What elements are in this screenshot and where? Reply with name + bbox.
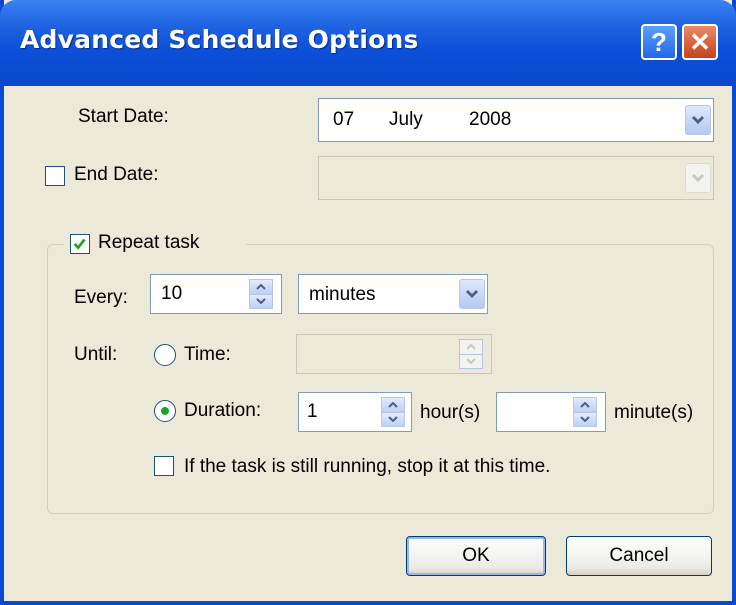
start-date-dropdown-button[interactable] — [685, 105, 711, 135]
time-spinner — [459, 339, 483, 369]
spin-down-button[interactable] — [250, 294, 272, 308]
stop-task-label: If the task is still running, stop it at… — [184, 456, 551, 477]
duration-minutes-spinner[interactable] — [573, 397, 597, 427]
cancel-button[interactable]: Cancel — [566, 536, 712, 576]
duration-hours-value: 1 — [307, 401, 318, 422]
chevron-down-icon — [465, 289, 479, 299]
end-date-dropdown-button — [685, 163, 711, 193]
dialog-title: Advanced Schedule Options — [20, 25, 419, 54]
end-date-picker — [318, 156, 714, 200]
every-label: Every: — [74, 287, 128, 308]
spin-up-button — [460, 340, 482, 355]
chevron-down-icon — [691, 115, 705, 125]
spin-up-button[interactable] — [250, 280, 272, 295]
time-label: Time: — [184, 344, 231, 365]
spin-up-button[interactable] — [574, 398, 596, 413]
interval-unit-dropdown-button[interactable] — [459, 279, 485, 309]
start-date-month[interactable]: July — [389, 109, 423, 131]
end-date-checkbox[interactable] — [45, 166, 65, 186]
end-date-label: End Date: — [74, 164, 159, 185]
every-spinner[interactable] — [249, 279, 273, 309]
chevron-down-icon — [466, 358, 476, 365]
ok-button[interactable]: OK — [406, 536, 546, 576]
every-input[interactable]: 10 — [150, 274, 282, 314]
checkmark-icon — [73, 238, 86, 250]
spin-down-button[interactable] — [382, 412, 404, 426]
chevron-down-icon — [580, 416, 590, 423]
repeat-task-checkbox[interactable] — [70, 234, 90, 254]
repeat-task-label: Repeat task — [98, 232, 200, 253]
help-icon: ? — [651, 26, 667, 57]
duration-label: Duration: — [184, 400, 262, 421]
chevron-up-icon — [256, 283, 266, 290]
duration-hours-input[interactable]: 1 — [298, 392, 412, 432]
time-radio[interactable] — [154, 344, 176, 366]
stop-task-checkbox[interactable] — [154, 456, 174, 476]
spin-down-button — [460, 354, 482, 368]
chevron-down-icon — [256, 298, 266, 305]
hours-unit-label: hour(s) — [420, 402, 481, 423]
interval-unit-select[interactable]: minutes — [298, 274, 488, 314]
radio-selected-dot — [161, 407, 169, 415]
chevron-up-icon — [580, 401, 590, 408]
duration-hours-spinner[interactable] — [381, 397, 405, 427]
start-date-year[interactable]: 2008 — [469, 109, 511, 131]
close-icon: ✕ — [689, 26, 711, 57]
duration-radio[interactable] — [154, 400, 176, 422]
close-button[interactable]: ✕ — [682, 24, 718, 60]
duration-minutes-input[interactable] — [496, 392, 606, 432]
start-date-day[interactable]: 07 — [333, 109, 354, 131]
interval-unit-value: minutes — [309, 284, 376, 305]
chevron-up-icon — [466, 343, 476, 350]
start-date-label: Start Date: — [78, 106, 169, 127]
title-bar[interactable]: Advanced Schedule Options ? ✕ — [0, 0, 736, 86]
dialog-window: Advanced Schedule Options ? ✕ Start Date… — [0, 0, 736, 605]
spin-up-button[interactable] — [382, 398, 404, 413]
chevron-down-icon — [388, 416, 398, 423]
minutes-unit-label: minute(s) — [614, 402, 694, 423]
chevron-up-icon — [388, 401, 398, 408]
every-value: 10 — [161, 283, 183, 304]
chevron-down-icon — [691, 173, 705, 183]
time-input — [296, 334, 492, 374]
start-date-picker[interactable]: 07 July 2008 — [318, 98, 714, 142]
until-label: Until: — [74, 344, 118, 365]
spin-down-button[interactable] — [574, 412, 596, 426]
help-button[interactable]: ? — [641, 24, 677, 60]
